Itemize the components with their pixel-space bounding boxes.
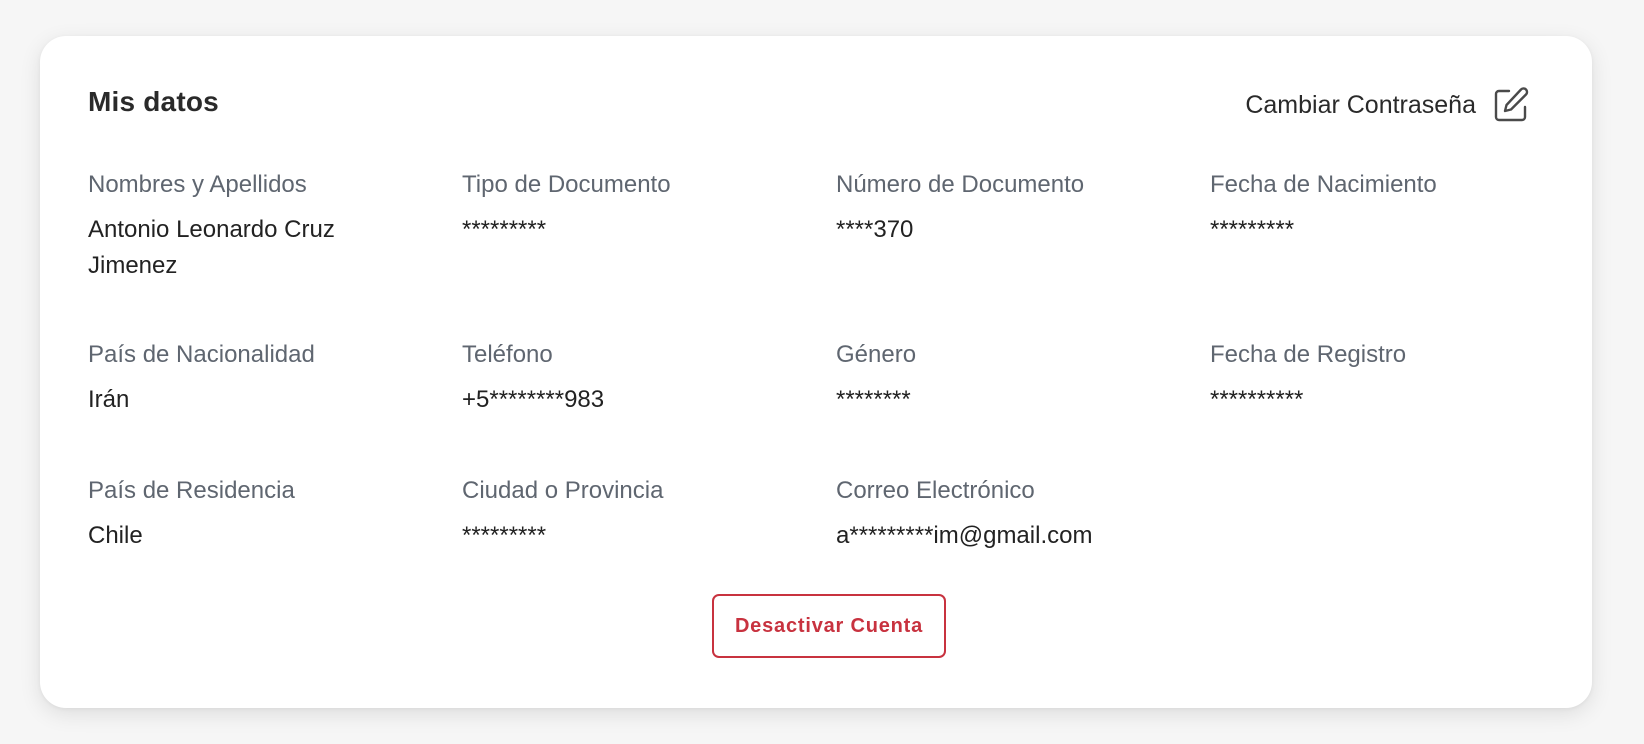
field-document-number: Número de Documento ****370 <box>836 170 1210 340</box>
field-city: Ciudad o Provincia ********* <box>462 476 836 586</box>
field-value: ******** <box>836 386 911 413</box>
field-label: Teléfono <box>462 341 553 368</box>
field-value: ********** <box>1210 386 1304 413</box>
deactivate-account-button[interactable]: Desactivar Cuenta <box>712 594 946 658</box>
field-value: a*********im@gmail.com <box>836 522 1093 549</box>
field-label: País de Residencia <box>88 477 295 504</box>
field-residence-country: País de Residencia Chile <box>88 476 462 586</box>
personal-data-grid: Nombres y Apellidos Antonio Leonardo Cru… <box>88 170 1544 586</box>
field-value: Antonio Leonardo Cruz Jimenez <box>88 216 335 279</box>
field-gender: Género ******** <box>836 340 1210 476</box>
field-nationality: País de Nacionalidad Irán <box>88 340 462 476</box>
field-label: Número de Documento <box>836 171 1085 198</box>
field-full-name: Nombres y Apellidos Antonio Leonardo Cru… <box>88 170 462 340</box>
change-password-button[interactable]: Cambiar Contraseña <box>1245 86 1530 124</box>
edit-icon[interactable] <box>1492 86 1530 124</box>
field-value: +5********983 <box>462 386 605 413</box>
field-label: Ciudad o Provincia <box>462 477 664 504</box>
field-label: Tipo de Documento <box>462 171 671 198</box>
field-label: País de Nacionalidad <box>88 341 315 368</box>
field-birth-date: Fecha de Nacimiento ********* <box>1210 170 1544 340</box>
field-value: ********* <box>1210 216 1295 243</box>
field-label: Fecha de Registro <box>1210 341 1407 368</box>
change-password-label: Cambiar Contraseña <box>1245 90 1476 119</box>
field-email: Correo Electrónico a*********im@gmail.co… <box>836 476 1210 586</box>
field-label: Nombres y Apellidos <box>88 171 307 198</box>
field-value: ********* <box>462 522 547 549</box>
field-label: Correo Electrónico <box>836 477 1035 504</box>
profile-card: Mis datos Cambiar Contraseña Nombres y A… <box>40 36 1592 708</box>
field-label: Género <box>836 341 917 368</box>
field-value: ********* <box>462 216 547 243</box>
field-value: Chile <box>88 522 143 549</box>
field-value: ****370 <box>836 216 914 243</box>
field-value: Irán <box>88 386 130 413</box>
field-document-type: Tipo de Documento ********* <box>462 170 836 340</box>
field-registration-date: Fecha de Registro ********** <box>1210 340 1544 476</box>
field-phone: Teléfono +5********983 <box>462 340 836 476</box>
field-label: Fecha de Nacimiento <box>1210 171 1437 198</box>
page-title: Mis datos <box>88 86 219 117</box>
